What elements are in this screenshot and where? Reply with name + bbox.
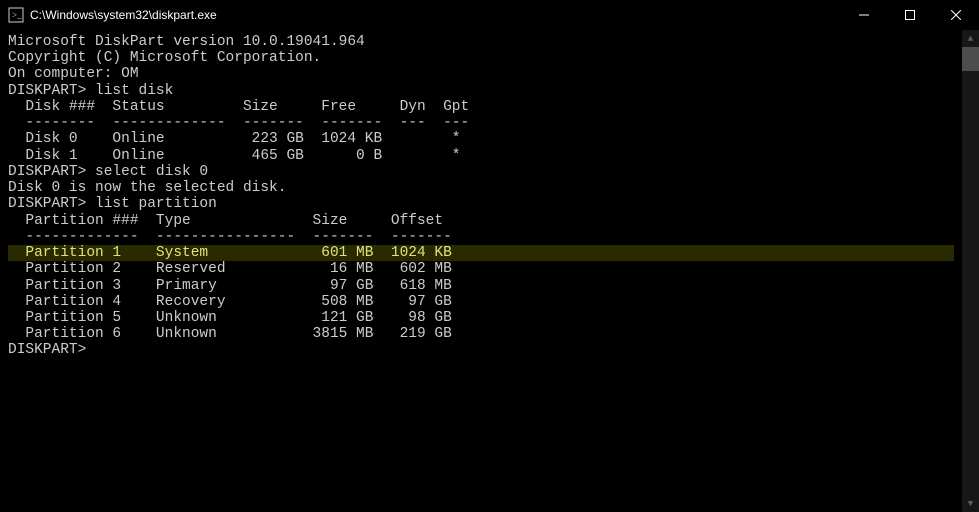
terminal-line: Disk 1 Online 465 GB 0 B * xyxy=(8,148,954,164)
terminal-line: DISKPART> list partition xyxy=(8,196,954,212)
minimize-button[interactable] xyxy=(841,0,887,30)
maximize-button[interactable] xyxy=(887,0,933,30)
scroll-up-icon[interactable]: ▲ xyxy=(962,30,979,47)
titlebar[interactable]: >_ C:\Windows\system32\diskpart.exe xyxy=(0,0,979,30)
terminal-line: Partition 2 Reserved 16 MB 602 MB xyxy=(8,261,954,277)
terminal-line: -------- ------------- ------- ------- -… xyxy=(8,115,954,131)
console-window: >_ C:\Windows\system32\diskpart.exe Micr… xyxy=(0,0,979,512)
terminal-line: Partition 5 Unknown 121 GB 98 GB xyxy=(8,310,954,326)
terminal-area: Microsoft DiskPart version 10.0.19041.96… xyxy=(0,30,979,512)
terminal-output[interactable]: Microsoft DiskPart version 10.0.19041.96… xyxy=(0,30,962,512)
window-controls xyxy=(841,0,979,30)
scrollbar[interactable]: ▲ ▼ xyxy=(962,30,979,512)
terminal-line: Microsoft DiskPart version 10.0.19041.96… xyxy=(8,34,954,50)
terminal-line: Disk 0 is now the selected disk. xyxy=(8,180,954,196)
scroll-thumb[interactable] xyxy=(962,47,979,71)
terminal-prompt[interactable]: DISKPART> xyxy=(8,342,954,358)
window-title: C:\Windows\system32\diskpart.exe xyxy=(30,8,841,22)
terminal-line: Disk 0 Online 223 GB 1024 KB * xyxy=(8,131,954,147)
selected-partition-row: Partition 1 System 601 MB 1024 KB xyxy=(8,245,954,261)
terminal-line: Partition 4 Recovery 508 MB 97 GB xyxy=(8,294,954,310)
terminal-line: Partition 3 Primary 97 GB 618 MB xyxy=(8,278,954,294)
terminal-line: On computer: OM xyxy=(8,66,954,82)
terminal-line: DISKPART> select disk 0 xyxy=(8,164,954,180)
close-button[interactable] xyxy=(933,0,979,30)
scroll-down-icon[interactable]: ▼ xyxy=(962,495,979,512)
terminal-line: DISKPART> list disk xyxy=(8,83,954,99)
terminal-line: Partition 6 Unknown 3815 MB 219 GB xyxy=(8,326,954,342)
terminal-line: Copyright (C) Microsoft Corporation. xyxy=(8,50,954,66)
terminal-line: Disk ### Status Size Free Dyn Gpt xyxy=(8,99,954,115)
terminal-line: ------------- ---------------- ------- -… xyxy=(8,229,954,245)
app-icon: >_ xyxy=(8,7,24,23)
svg-text:>_: >_ xyxy=(12,10,22,20)
terminal-line: Partition ### Type Size Offset xyxy=(8,213,954,229)
